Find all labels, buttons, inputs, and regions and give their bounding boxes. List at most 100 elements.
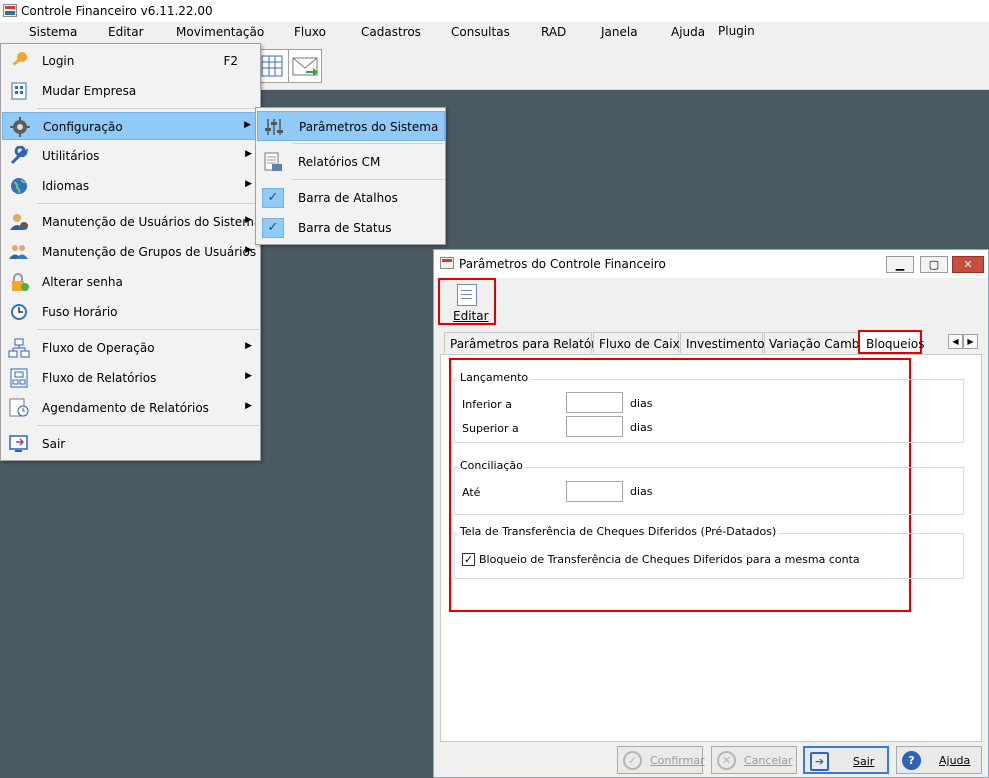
lancamento-group: Lançamento Inferior a dias Superior a di… bbox=[454, 371, 964, 443]
edit-document-icon bbox=[457, 284, 477, 306]
inferior-input[interactable] bbox=[566, 392, 623, 413]
spreadsheet-toolbar-button[interactable] bbox=[256, 49, 290, 83]
wrench-icon bbox=[10, 146, 28, 165]
menubar-item-plugin[interactable]: Plugin bbox=[718, 24, 755, 38]
menubar-item-rad[interactable]: RAD bbox=[541, 25, 566, 39]
menubar-item-editar[interactable]: Editar bbox=[108, 25, 144, 39]
menu-item-alterar-senha[interactable]: Alterar senha bbox=[2, 268, 260, 296]
menu-item-fuso-horario-label: Fuso Horário bbox=[42, 305, 118, 319]
submenu-item-relatorios-cm[interactable]: Relatórios CM bbox=[257, 147, 445, 177]
submenu-item-parametros-sistema[interactable]: Parâmetros do Sistema bbox=[257, 111, 445, 141]
menubar-item-cadastros[interactable]: Cadastros bbox=[361, 25, 421, 39]
menu-item-manutencao-grupos-label: Manutenção de Grupos de Usuários bbox=[42, 245, 257, 259]
menu-item-sair[interactable]: Sair bbox=[2, 430, 260, 458]
menu-item-agendamento-relatorios[interactable]: Agendamento de Relatórios ▶ bbox=[2, 394, 260, 422]
menubar-item-movimentacao[interactable]: Movimentação bbox=[176, 25, 264, 39]
tab-bloqueios[interactable]: Bloqueios bbox=[858, 330, 924, 354]
confirmar-button[interactable]: ✓ Confirmar bbox=[617, 746, 705, 774]
close-button[interactable]: ✕ bbox=[952, 256, 984, 273]
submenu-item-barra-status[interactable]: ✓ Barra de Status bbox=[257, 213, 445, 243]
mail-icon bbox=[292, 57, 318, 76]
sistema-menu: Login F2 Mudar Empresa Configuração ▶ Ut… bbox=[0, 43, 261, 461]
minimize-button[interactable]: ▁ bbox=[886, 256, 914, 273]
submenu-arrow-icon: ▶ bbox=[245, 245, 252, 255]
cancelar-label: Cancelar bbox=[744, 754, 793, 767]
dialog-title: Parâmetros do Controle Financeiro bbox=[459, 257, 666, 271]
checkmark-icon: ✓ bbox=[262, 218, 284, 238]
menubar-item-janela[interactable]: Janela bbox=[601, 25, 638, 39]
editar-label: Editar bbox=[453, 309, 489, 323]
submenu-arrow-icon: ▶ bbox=[245, 341, 252, 351]
menu-item-mudar-empresa[interactable]: Mudar Empresa bbox=[2, 77, 260, 105]
tab-investimentos[interactable]: Investimentos bbox=[680, 332, 771, 353]
inferior-label: Inferior a bbox=[462, 398, 512, 411]
confirmar-label: Confirmar bbox=[650, 754, 705, 767]
submenu-arrow-icon: ▶ bbox=[245, 149, 252, 159]
submenu-item-relatorios-cm-label: Relatórios CM bbox=[298, 155, 381, 169]
spreadsheet-icon bbox=[261, 55, 283, 77]
submenu-arrow-icon: ▶ bbox=[245, 215, 252, 225]
menu-item-fluxo-operacao[interactable]: Fluxo de Operação ▶ bbox=[2, 334, 260, 362]
maximize-button[interactable]: ▢ bbox=[920, 256, 948, 273]
configuracao-submenu: Parâmetros do Sistema Relatórios CM ✓ Ba… bbox=[255, 107, 446, 245]
menu-item-manutencao-usuarios-label: Manutenção de Usuários do Sistema bbox=[42, 215, 262, 229]
user-icon bbox=[10, 214, 28, 230]
menubar-item-fluxo[interactable]: Fluxo bbox=[294, 25, 326, 39]
cancelar-button[interactable]: ✕ Cancelar bbox=[711, 746, 797, 774]
key-icon bbox=[12, 52, 27, 66]
menu-separator bbox=[292, 179, 444, 180]
superior-input[interactable] bbox=[566, 416, 623, 437]
tab-scroll-right-icon[interactable]: ▶ bbox=[963, 334, 978, 349]
dialog-app-icon bbox=[440, 257, 454, 269]
superior-unit: dias bbox=[630, 421, 653, 434]
tab-scroll-left-icon[interactable]: ◀ bbox=[948, 334, 963, 349]
mail-toolbar-button[interactable] bbox=[288, 49, 322, 83]
menu-separator bbox=[37, 108, 259, 109]
menu-item-fuso-horario[interactable]: Fuso Horário bbox=[2, 298, 260, 326]
ate-label: Até bbox=[462, 486, 481, 499]
globe-icon bbox=[11, 178, 27, 194]
editar-button[interactable]: Editar bbox=[438, 278, 496, 325]
schedule-icon bbox=[9, 398, 29, 417]
menu-item-alterar-senha-label: Alterar senha bbox=[42, 275, 123, 289]
ate-unit: dias bbox=[630, 485, 653, 498]
menu-separator bbox=[292, 143, 444, 144]
submenu-arrow-icon: ▶ bbox=[245, 401, 252, 411]
menu-item-fluxo-relatorios[interactable]: Fluxo de Relatórios ▶ bbox=[2, 364, 260, 392]
ajuda-button[interactable]: ? Ajuda bbox=[896, 746, 982, 774]
submenu-item-barra-atalhos[interactable]: ✓ Barra de Atalhos bbox=[257, 183, 445, 213]
lock-icon bbox=[12, 273, 29, 291]
ate-input[interactable] bbox=[566, 481, 623, 502]
transferencia-group: Tela de Transferência de Cheques Diferid… bbox=[454, 525, 964, 579]
bloqueio-transferencia-checkbox[interactable]: ✓ bbox=[462, 553, 475, 566]
menubar-item-sistema[interactable]: Sistema bbox=[29, 25, 77, 39]
sair-button[interactable]: ➔ Sair bbox=[803, 746, 889, 774]
menubar-item-consultas[interactable]: Consultas bbox=[451, 25, 510, 39]
app-icon bbox=[3, 4, 17, 17]
tab-fluxo-caixa[interactable]: Fluxo de Caixa bbox=[593, 332, 687, 353]
flow-icon bbox=[8, 338, 30, 358]
menu-item-utilitarios[interactable]: Utilitários ▶ bbox=[2, 142, 260, 170]
lancamento-title: Lançamento bbox=[458, 371, 531, 384]
tab-variacao-cambial[interactable]: Variação Cambial bbox=[764, 332, 873, 353]
exit-icon bbox=[9, 435, 28, 452]
sliders-icon bbox=[265, 119, 283, 135]
help-icon: ? bbox=[902, 751, 921, 770]
menu-item-login-label: Login bbox=[42, 54, 75, 68]
inferior-unit: dias bbox=[630, 397, 653, 410]
submenu-arrow-icon: ▶ bbox=[245, 371, 252, 381]
menu-separator bbox=[37, 203, 259, 204]
report-flow-icon bbox=[10, 368, 28, 388]
menu-item-idiomas[interactable]: Idiomas ▶ bbox=[2, 172, 260, 200]
menu-item-manutencao-grupos[interactable]: Manutenção de Grupos de Usuários ▶ bbox=[2, 238, 260, 266]
menu-item-manutencao-usuarios[interactable]: Manutenção de Usuários do Sistema ▶ bbox=[2, 208, 262, 236]
bloqueios-panel: Lançamento Inferior a dias Superior a di… bbox=[440, 354, 982, 742]
cancel-circle-icon: ✕ bbox=[717, 751, 736, 770]
tab-parametros-relatorios[interactable]: Parâmetros para Relatórios bbox=[444, 332, 613, 353]
menu-item-configuracao[interactable]: Configuração ▶ bbox=[2, 112, 260, 140]
menu-item-login[interactable]: Login F2 bbox=[2, 47, 260, 75]
transferencia-title: Tela de Transferência de Cheques Diferid… bbox=[458, 525, 779, 538]
menu-item-configuracao-label: Configuração bbox=[43, 120, 123, 134]
menubar-item-ajuda[interactable]: Ajuda bbox=[671, 25, 705, 39]
parametros-dialog: Parâmetros do Controle Financeiro ▁ ▢ ✕ … bbox=[433, 249, 989, 778]
